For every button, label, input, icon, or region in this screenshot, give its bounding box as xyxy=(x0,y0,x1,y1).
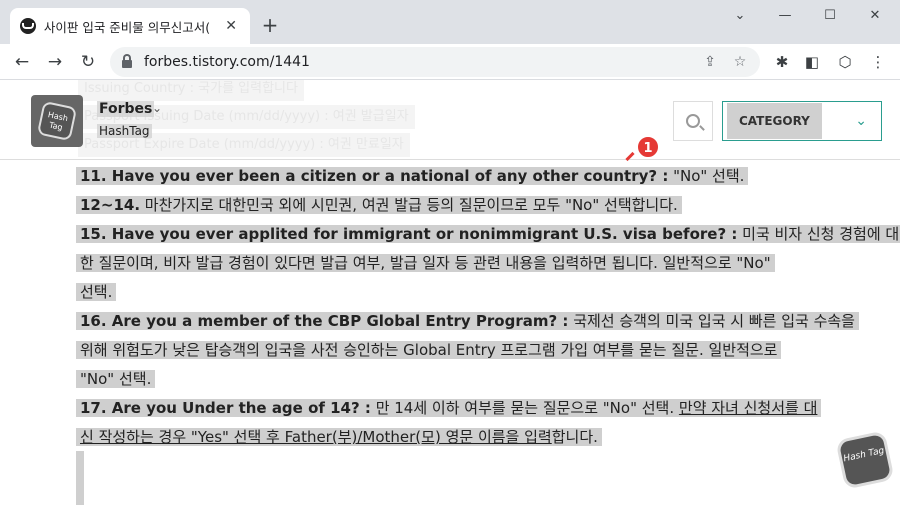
blog-name[interactable]: Forbes xyxy=(97,101,155,117)
search-icon xyxy=(686,114,700,128)
article-line: 한 질문이며, 비자 발급 경험이 있다면 발급 여부, 발급 일자 등 관련 … xyxy=(76,249,775,278)
browser-toolbar: ← → ↻ forbes.tistory.com/1441 ⇪ ☆ ✱ ◧ ⬡ … xyxy=(0,44,900,80)
chevron-down-icon: ⌄ xyxy=(855,113,867,129)
more-menu-icon[interactable]: ⋮ xyxy=(866,50,890,74)
chevron-down-icon[interactable]: ⌄ xyxy=(152,101,162,115)
blog-logo[interactable]: Hash Tag xyxy=(31,95,83,147)
url-text: forbes.tistory.com/1441 xyxy=(144,54,310,70)
extensions-icon[interactable]: ✱ xyxy=(770,50,794,74)
lock-icon xyxy=(122,54,132,68)
blog-header: Hash Tag Forbes ⌄ HashTag CATEGORY ⌄ xyxy=(0,80,900,160)
article-line: 신 작성하는 경우 "Yes" 선택 후 Father(부)/Mother(모)… xyxy=(76,423,602,452)
article-line: "No" 선택. xyxy=(76,365,156,394)
web-page: Issuing Country : 국가를 입력합니다 Passport Iss… xyxy=(0,80,900,505)
new-tab-button[interactable]: + xyxy=(258,13,282,37)
profile-extension-icon[interactable]: ⬡ xyxy=(833,50,857,74)
forward-button[interactable]: → xyxy=(43,50,67,74)
back-button[interactable]: ← xyxy=(10,50,34,74)
bookmark-star-icon[interactable]: ☆ xyxy=(730,52,750,72)
tab-close-icon[interactable]: ✕ xyxy=(222,18,240,34)
tab-search-icon[interactable]: ⌄ xyxy=(725,6,755,26)
hashtag-logo-icon: Hash Tag xyxy=(36,100,78,142)
article-line: 17. Are you Under the age of 14? : 만 14세… xyxy=(76,394,822,423)
article-line: 16. Are you a member of the CBP Global E… xyxy=(76,307,859,336)
article-line: 15. Have you ever applited for immigrant… xyxy=(76,220,900,249)
maximize-button[interactable]: ☐ xyxy=(815,6,845,26)
share-icon[interactable]: ⇪ xyxy=(700,52,720,72)
tab-title: 사이판 입국 준비물 의무신고서( xyxy=(43,19,211,35)
article-line: 선택. xyxy=(76,278,117,307)
reload-button[interactable]: ↻ xyxy=(76,50,100,74)
site-favicon-icon xyxy=(20,18,36,34)
category-label: CATEGORY xyxy=(727,103,822,139)
annotation-badge: 1 xyxy=(636,135,660,159)
side-panel-icon[interactable]: ◧ xyxy=(800,50,824,74)
article-line: 11. Have you ever been a citizen or a na… xyxy=(76,162,749,191)
blog-subtitle: HashTag xyxy=(97,124,152,138)
article-line: 위해 위험도가 낮은 탑승객의 입국을 사전 승인하는 Global Entry… xyxy=(76,336,782,365)
address-bar[interactable]: forbes.tistory.com/1441 ⇪ ☆ xyxy=(110,47,760,77)
selection-bar xyxy=(76,451,84,505)
search-button[interactable] xyxy=(673,101,713,141)
article-line: 12~14. 마찬가지로 대한민국 외에 시민권, 여권 발급 등의 질문이므로… xyxy=(76,191,682,220)
category-dropdown[interactable]: CATEGORY ⌄ xyxy=(722,101,882,141)
active-tab[interactable]: 사이판 입국 준비물 의무신고서( ✕ xyxy=(10,8,250,44)
close-window-button[interactable]: ✕ xyxy=(860,6,890,26)
tab-strip: 사이판 입국 준비물 의무신고서( ✕ + ⌄ — ☐ ✕ xyxy=(0,0,900,44)
minimize-button[interactable]: — xyxy=(770,6,800,26)
hashtag-badge-icon: Hash Tag xyxy=(835,430,895,490)
